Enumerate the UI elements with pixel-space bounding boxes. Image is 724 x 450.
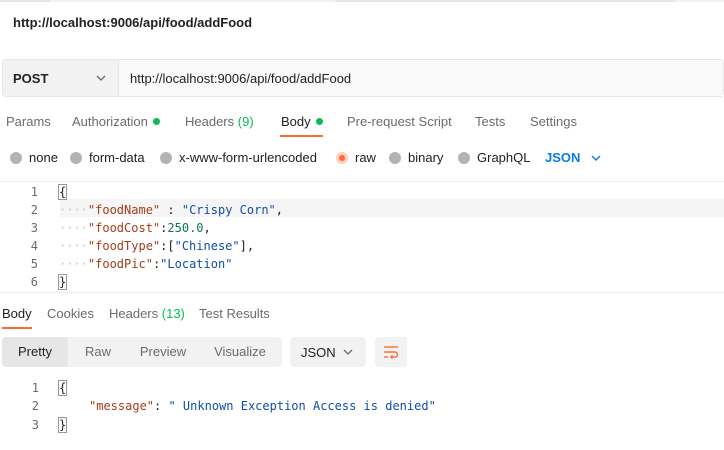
request-body-editor[interactable]: 1 2 3 4 5 6 { ····"foodName" : "Crispy C…	[0, 181, 724, 293]
close-brace: }	[57, 417, 68, 433]
method-select[interactable]: POST	[3, 60, 119, 96]
line-number: 2	[30, 203, 38, 217]
radio-binary[interactable]: binary	[389, 150, 443, 165]
radio-none-label: none	[29, 150, 58, 165]
line-number: 1	[31, 381, 39, 395]
line-number: 5	[30, 257, 38, 271]
code-line: {	[57, 380, 68, 396]
open-brace: {	[57, 184, 68, 200]
response-format-select[interactable]: JSON	[290, 337, 366, 367]
code-line: }	[57, 274, 68, 290]
view-visualize-button[interactable]: Visualize	[198, 337, 282, 367]
url-bar: POST http://localhost:9006/api/food/addF…	[2, 59, 724, 97]
json-separator: :	[160, 203, 182, 217]
radio-none[interactable]: none	[10, 150, 58, 165]
tab-response-headers-label: Headers	[109, 306, 159, 321]
tab-authorization[interactable]: Authorization	[72, 114, 160, 129]
response-headers-count: (13)	[161, 306, 185, 321]
tab-body[interactable]: Body	[281, 114, 323, 129]
radio-circle-icon	[458, 151, 470, 164]
active-response-tab-indicator	[2, 327, 32, 329]
tab-settings[interactable]: Settings	[530, 114, 577, 129]
code-line: }	[57, 417, 68, 433]
code-line: ····"foodCost":250.0,	[59, 221, 211, 235]
tab-strip-border	[0, 0, 724, 2]
tab-headers-label: Headers	[185, 114, 235, 129]
json-value: "Crispy Corn"	[181, 203, 276, 217]
radio-binary-label: binary	[408, 150, 444, 165]
request-title[interactable]: http://localhost:9006/api/food/addFood	[13, 15, 252, 30]
radio-raw[interactable]: raw	[336, 150, 376, 165]
tab-response-headers[interactable]: Headers (13)	[109, 306, 185, 321]
radio-graphql-label: GraphQL	[477, 150, 531, 165]
raw-language-select[interactable]: JSON	[545, 150, 602, 165]
response-view-switcher: Pretty Raw Preview Visualize	[2, 337, 282, 367]
chevron-down-icon	[96, 75, 106, 81]
line-number: 6	[30, 275, 38, 289]
json-trail: ,	[203, 221, 211, 235]
view-pretty-button[interactable]: Pretty	[2, 337, 68, 367]
response-format-label: JSON	[301, 344, 336, 360]
radio-urlencoded-label: x-www-form-urlencoded	[179, 150, 317, 165]
json-key: "foodCost"	[87, 221, 161, 235]
json-trail: ,	[275, 203, 283, 217]
json-value: " Unknown Exception Access is denied"	[168, 399, 436, 413]
json-key: "foodPic"	[87, 257, 153, 271]
status-dot-icon	[152, 118, 160, 125]
tab-params[interactable]: Params	[6, 114, 51, 129]
code-line: {	[57, 184, 68, 200]
tab-pre-request-script[interactable]: Pre-request Script	[347, 114, 452, 129]
radio-graphql[interactable]: GraphQL	[458, 150, 530, 165]
radio-raw-label: raw	[355, 150, 376, 165]
code-line: "message": " Unknown Exception Access is…	[89, 399, 436, 413]
close-brace: }	[57, 274, 68, 290]
radio-form-data-label: form-data	[89, 150, 145, 165]
radio-circle-icon	[10, 151, 22, 164]
tab-headers[interactable]: Headers (9)	[185, 114, 254, 129]
radio-selected-icon	[336, 151, 348, 164]
json-key: "message"	[89, 399, 155, 413]
line-number: 1	[30, 185, 38, 199]
radio-urlencoded[interactable]: x-www-form-urlencoded	[160, 150, 317, 165]
view-raw-button[interactable]: Raw	[68, 337, 128, 367]
headers-count: (9)	[237, 114, 254, 129]
code-line: ····"foodType":["Chinese"],	[59, 239, 255, 253]
radio-circle-icon	[70, 151, 82, 164]
tab-tests[interactable]: Tests	[475, 114, 505, 129]
json-value: 250.0	[167, 221, 204, 235]
line-number: 3	[31, 418, 39, 432]
wrap-lines-icon	[384, 346, 399, 359]
tab-body-label: Body	[281, 114, 311, 129]
code-line: ····"foodName" : "Crispy Corn",	[59, 203, 283, 217]
raw-language-label: JSON	[545, 150, 581, 165]
json-separator: :	[154, 399, 169, 413]
response-body-viewer[interactable]: 1 2 3 { "message": " Unknown Exception A…	[0, 378, 724, 438]
json-key: "foodName"	[87, 203, 161, 217]
tab-test-results[interactable]: Test Results	[199, 306, 270, 321]
tab-response-body[interactable]: Body	[2, 306, 32, 321]
chevron-down-icon	[591, 155, 601, 161]
radio-form-data[interactable]: form-data	[70, 150, 145, 165]
json-trail: ],	[239, 239, 255, 253]
json-separator: :[	[160, 239, 175, 253]
method-label: POST	[13, 70, 49, 86]
line-number: 3	[30, 221, 38, 235]
json-key: "foodType"	[87, 239, 161, 253]
tab-authorization-label: Authorization	[72, 114, 148, 129]
radio-circle-icon	[389, 151, 401, 164]
active-tab-indicator	[280, 135, 323, 137]
status-dot-icon	[315, 118, 323, 125]
view-preview-button[interactable]: Preview	[128, 337, 198, 367]
url-input[interactable]: http://localhost:9006/api/food/addFood	[119, 60, 723, 96]
line-number: 4	[30, 239, 38, 253]
code-line: ····"foodPic":"Location"	[59, 257, 233, 271]
tab-response-cookies[interactable]: Cookies	[47, 306, 94, 321]
json-value: "Location"	[160, 257, 233, 271]
open-brace: {	[57, 380, 68, 396]
radio-circle-icon	[160, 151, 172, 164]
line-number: 2	[31, 399, 39, 413]
chevron-down-icon	[343, 349, 353, 355]
wrap-lines-button[interactable]	[375, 337, 407, 367]
json-value: "Chinese"	[174, 239, 240, 253]
